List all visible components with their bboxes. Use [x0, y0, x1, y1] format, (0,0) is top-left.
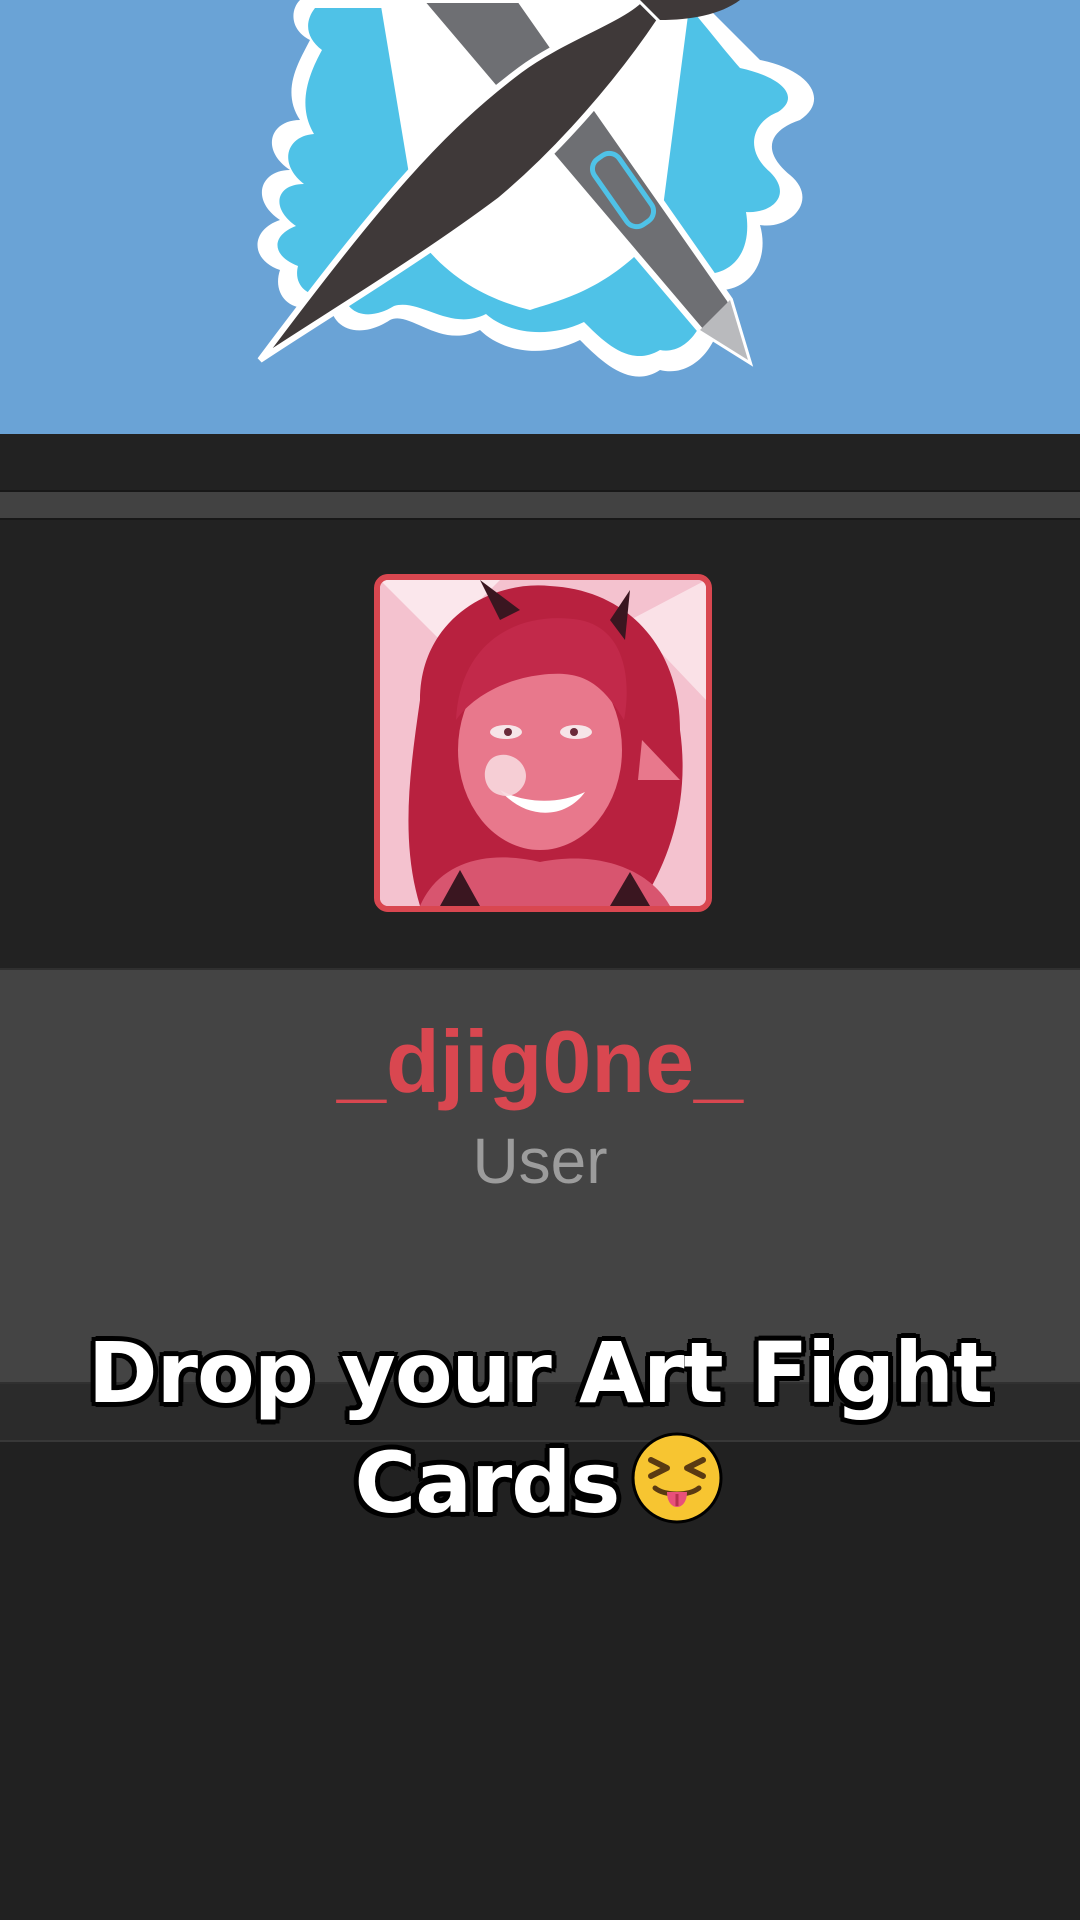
- user-role: User: [472, 1125, 608, 1197]
- avatar-illustration: [380, 580, 706, 906]
- profile-page: _djig0ne_ User Drop your Art Fight Cards: [0, 0, 1080, 1920]
- profile-tab-strip: [0, 490, 1080, 520]
- profile-banner: [0, 0, 1080, 434]
- caption-line-2: Cards: [60, 1428, 1020, 1538]
- squinting-face-with-tongue-icon: [631, 1432, 723, 1524]
- caption-line-1: Drop your Art Fight: [87, 1324, 993, 1422]
- video-caption: Drop your Art Fight Cards: [60, 1318, 1020, 1538]
- caption-line-2-text: Cards: [354, 1434, 621, 1532]
- username[interactable]: _djig0ne_: [0, 1012, 1080, 1112]
- banner-gap: [0, 434, 1080, 490]
- art-fight-logo-icon: [257, 0, 815, 377]
- profile-avatar-image[interactable]: [374, 574, 712, 912]
